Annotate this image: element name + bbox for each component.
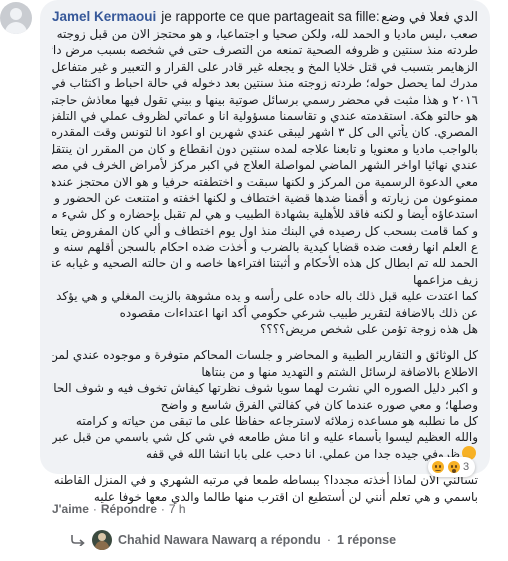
comment-line: و كما قامت بسحب كل رصيده في البنك منذ او… [52, 223, 478, 238]
comment-line: طردته منذ سنتين و ظروفه الصحية تمنعه من … [52, 43, 478, 58]
comment-line: مدرك لما يحصل حوله؛ طردته زوجته منذ سنتي… [52, 76, 478, 91]
comment-line: استدعاؤه أيضا و لكنه فاقد للأهلية بشهادة… [52, 207, 478, 222]
author-avatar[interactable] [0, 2, 32, 34]
replier-name[interactable]: Chahid Nawara Nawarq a répondu [118, 533, 321, 547]
like-button[interactable]: J'aime [52, 502, 89, 516]
comment-actions: J'aime · Répondre · 7 h [52, 502, 186, 516]
comment-line: صعب ،ليس ماديا و الحمد لله، ولكن صحيا و … [52, 27, 478, 41]
reaction-summary[interactable]: 3 [428, 457, 476, 477]
opening-text: je rapporte ce que partageait sa fille: [161, 9, 380, 24]
author-name[interactable]: Jamel Kermaoui [52, 8, 156, 26]
comment-line: كل الوثائق و التقارير الطبية و المحاضر و… [52, 348, 478, 363]
comment-line: هو حالتو هكة. استقدمته عندي و تقاسمنا مس… [52, 108, 478, 123]
comment-line: ٢٠١٦ و هذا مثبت في محضر رسمي برسائل صوتي… [52, 92, 478, 107]
comment-line: عندي نهائيا اواخر الشهر الماضي لمواصلة ا… [52, 158, 478, 173]
comment-line: هل هذه زوجة تؤمن على شخص مريض؟؟؟؟ [260, 322, 478, 337]
comment-line: المصري. كان يأتي الى كل ٣ اشهر ليبقى عند… [52, 125, 478, 140]
comment-bubble: Jamel Kermaoui je rapporte ce que partag… [40, 0, 490, 504]
wow-reaction-icon [447, 460, 461, 474]
comment-line: تسألني الان لماذا أخذته مجددا؟ ببساطه طم… [52, 473, 478, 488]
sad-reaction-icon [431, 460, 445, 474]
comment-paragraph-3: كل الوثائق و التقارير الطبية و المحاضر و… [52, 347, 478, 462]
comment-paragraph-1: صعب ،ليس ماديا و الحمد لله، ولكن صحيا و … [52, 26, 478, 288]
separator-dot: · [160, 502, 165, 516]
comment-line-text: ظروفي جيده جدا من عملي. انا دحب على بابا… [145, 446, 460, 461]
avatar-head [10, 8, 22, 20]
comment-line: ممنوعون من زيارته و أقمنا ضدها قضية اختط… [52, 190, 478, 205]
comment-timestamp[interactable]: 7 h [169, 502, 186, 516]
comment-line: ع العلم انها رفعت ضده قضايا كيدية بالضرب… [52, 240, 478, 255]
comment-first-line: Jamel Kermaoui je rapporte ce que partag… [52, 8, 478, 26]
comment-line: الحمد لله تم ابطال كل هذه الأحكام و أثبت… [52, 256, 478, 271]
replier-avatar [92, 530, 112, 550]
comment-line: كما اعتدت عليه قبل ذلك باله حاده على رأس… [52, 289, 478, 304]
replies-row[interactable]: Chahid Nawara Nawarq a répondu · 1 répon… [70, 530, 396, 550]
avatar-body [5, 22, 27, 34]
reaction-count: 3 [463, 461, 470, 473]
comment-line: و اكبر دليل الصوره الي نشرت لهما سويا شو… [52, 381, 478, 396]
comment-paragraph-2: كما اعتدت عليه قبل ذلك باله حاده على رأس… [52, 288, 478, 337]
separator-dot: · [326, 533, 331, 547]
comment-line: وصلها؛ و معي صوره عندما كان في كفالتي ال… [160, 397, 478, 412]
comment-line: عن ذلك بالاضافة لتقرير طبيب شرعي حكومي أ… [119, 305, 478, 320]
reply-button[interactable]: Répondre [101, 502, 157, 516]
comment-paragraph-4: تسألني الان لماذا أخذته مجددا؟ ببساطه طم… [52, 472, 478, 505]
comment-line: معي الدعوة الرسمية من المركز و لكنها سبق… [52, 174, 478, 189]
comment-line: زيف مزاعمها [412, 272, 478, 287]
opening-arabic: الدي فعلا في وضع [381, 9, 478, 24]
comment-line: والله العظيم ليسوا بأسماء عليه و انا مش … [52, 430, 478, 445]
comment-line: كل ما نطلبه هو مساعده زملائه لاسترجاعه ح… [75, 413, 478, 428]
comment-line: ظروفي جيده جدا من عملي. انا دحب على بابا… [52, 445, 478, 462]
separator-dot: · [92, 502, 97, 516]
comment-line: الاطلاع بالاضافة لرسائل الشتم و التهديد … [201, 364, 478, 379]
reply-arrow-icon [70, 534, 86, 546]
comment-line: الزهايمر بتسبب في قتل خلايا المخ و يجعله… [52, 59, 478, 74]
comment-line: بالواجب ماديا و معنويا و تابعنا علاجه لم… [52, 141, 478, 156]
replies-count[interactable]: 1 réponse [337, 533, 396, 547]
